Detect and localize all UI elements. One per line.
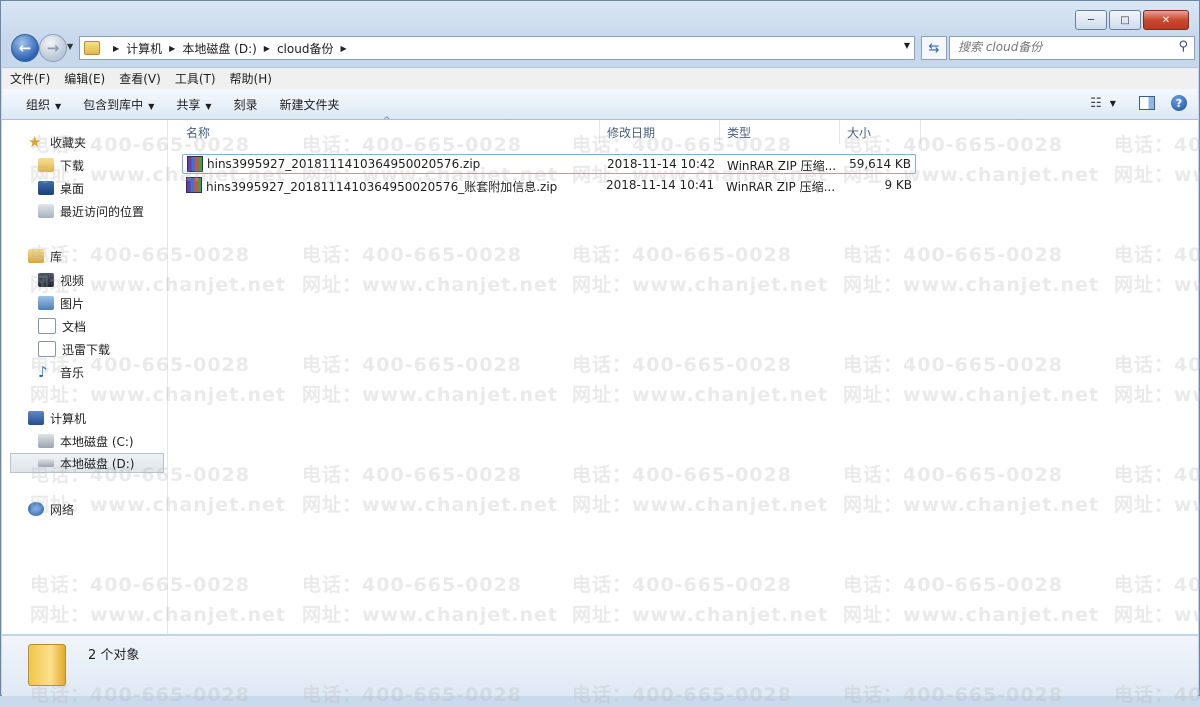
music-icon: ♪: [38, 363, 48, 381]
details-pane: 2 个对象: [2, 635, 1198, 696]
address-dropdown-icon[interactable]: ▼: [904, 41, 910, 50]
desktop-icon: [38, 181, 54, 195]
file-name: hins3995927_2018111410364950020576.zip: [207, 157, 481, 171]
maximize-button[interactable]: □: [1109, 10, 1141, 30]
menu-file[interactable]: 文件(F): [10, 70, 50, 87]
nav-network[interactable]: 网络: [28, 499, 74, 519]
burn-button[interactable]: 刻录: [234, 96, 258, 113]
winrar-archive-icon: [187, 156, 203, 172]
nav-libraries[interactable]: 库: [28, 246, 62, 266]
command-bar: 组织 ▼ 包含到库中 ▼ 共享 ▼ 刻录 新建文件夹 ☷ ▼ ?: [2, 89, 1198, 120]
chevron-right-icon[interactable]: ▶: [264, 44, 270, 53]
share-button[interactable]: 共享 ▼: [176, 96, 211, 113]
nav-recent[interactable]: 最近访问的位置: [38, 201, 144, 221]
organize-button[interactable]: 组织 ▼: [26, 96, 61, 113]
folder-icon: [84, 41, 100, 55]
winrar-archive-icon: [186, 177, 202, 193]
nav-computer[interactable]: 计算机: [28, 408, 86, 428]
column-header-size[interactable]: 大小: [841, 120, 921, 144]
file-row[interactable]: hins3995927_2018111410364950020576.zip 2…: [182, 154, 916, 174]
menu-view[interactable]: 查看(V): [119, 70, 161, 87]
chevron-right-icon[interactable]: ▶: [169, 44, 175, 53]
file-name: hins3995927_2018111410364950020576_账套附加信…: [206, 180, 558, 194]
system-drive-icon: [38, 434, 54, 448]
nav-drive-c[interactable]: 本地磁盘 (C:): [38, 431, 134, 451]
file-type: WinRAR ZIP 压缩...: [726, 180, 836, 194]
file-list: ^ 名称 修改日期 类型 大小 hins3995927_201811141036…: [168, 116, 1198, 634]
menu-edit[interactable]: 编辑(E): [64, 70, 105, 87]
arrow-left-icon: ←: [18, 39, 32, 57]
file-size: 59,614 KB: [849, 157, 911, 171]
help-icon: ?: [1171, 95, 1187, 111]
search-box[interactable]: ⚲: [949, 36, 1195, 60]
recent-pages-dropdown[interactable]: ▼: [67, 42, 73, 51]
nav-drive-d[interactable]: 本地磁盘 (D:): [10, 453, 164, 473]
address-bar[interactable]: ▶ 计算机 ▶ 本地磁盘 (D:) ▶ cloud备份 ▶ ▼: [79, 36, 915, 60]
documents-icon: [38, 318, 56, 334]
file-modified: 2018-11-14 10:42: [607, 157, 716, 171]
nav-music[interactable]: ♪ 音乐: [38, 362, 84, 382]
folder-icon: [28, 644, 66, 686]
video-icon: [38, 273, 54, 287]
file-size: 9 KB: [884, 178, 912, 192]
navigation-bar: ← → ▼ ▶ 计算机 ▶ 本地磁盘 (D:) ▶ cloud备份 ▶ ▼ ⇆ …: [9, 33, 1195, 62]
dropdown-arrow-icon: ▼: [1109, 98, 1116, 108]
item-count: 2 个对象: [88, 648, 140, 663]
new-folder-button[interactable]: 新建文件夹: [280, 96, 340, 113]
file-row[interactable]: hins3995927_2018111410364950020576_账套附加信…: [182, 176, 916, 196]
explorer-window: ─ □ ✕ ← → ▼ ▶ 计算机 ▶ 本地磁盘 (D:) ▶ cloud备份 …: [0, 0, 1200, 696]
column-header-type[interactable]: 类型: [721, 120, 840, 144]
search-icon[interactable]: ⚲: [1178, 39, 1188, 54]
dropdown-arrow-icon: ▼: [205, 101, 212, 111]
menu-help[interactable]: 帮助(H): [230, 70, 272, 87]
forward-button[interactable]: →: [39, 34, 67, 62]
nav-favorites[interactable]: ★ 收藏夹: [28, 132, 86, 152]
close-button[interactable]: ✕: [1143, 10, 1189, 30]
network-icon: [28, 502, 44, 516]
column-header-modified[interactable]: 修改日期: [601, 120, 720, 144]
breadcrumb-cloud-backup[interactable]: cloud备份: [277, 40, 334, 57]
nav-thunder-downloads[interactable]: 迅雷下载: [38, 339, 110, 359]
nav-pictures[interactable]: 图片: [38, 293, 84, 313]
menu-tools[interactable]: 工具(T): [175, 70, 216, 87]
minimize-button[interactable]: ─: [1075, 10, 1107, 30]
pictures-icon: [38, 296, 54, 310]
drive-icon: [38, 459, 54, 467]
chevron-right-icon[interactable]: ▶: [113, 44, 119, 53]
recent-places-icon: [38, 204, 54, 218]
computer-icon: [28, 411, 44, 425]
arrow-right-icon: →: [46, 39, 60, 57]
include-library-button[interactable]: 包含到库中 ▼: [83, 96, 154, 113]
breadcrumb-computer[interactable]: 计算机: [126, 40, 162, 57]
nav-videos[interactable]: 视频: [38, 270, 84, 290]
dropdown-arrow-icon: ▼: [148, 101, 155, 111]
column-header-name[interactable]: 名称: [180, 120, 600, 144]
search-input[interactable]: [950, 37, 1158, 57]
back-button[interactable]: ←: [11, 34, 39, 62]
help-button[interactable]: ?: [1168, 93, 1190, 113]
preview-pane-button[interactable]: [1136, 93, 1158, 113]
window-controls: ─ □ ✕: [1073, 10, 1189, 30]
downloads-folder-icon: [38, 158, 54, 172]
file-type: WinRAR ZIP 压缩...: [727, 159, 837, 173]
download-folder-icon: [38, 341, 56, 357]
nav-documents[interactable]: 文档: [38, 316, 86, 336]
navigation-pane: ★ 收藏夹 下载 桌面 最近访问的位置 库 视频 图片 文档 迅雷下载 ♪ 音乐 计…: [2, 120, 168, 634]
library-icon: [28, 249, 44, 263]
nav-downloads[interactable]: 下载: [38, 155, 84, 175]
refresh-button[interactable]: ⇆: [921, 36, 947, 60]
nav-desktop[interactable]: 桌面: [38, 178, 84, 198]
star-icon: ★: [28, 133, 42, 151]
preview-pane-icon: [1139, 96, 1155, 110]
view-list-icon: ☷: [1090, 95, 1102, 111]
chevron-right-icon[interactable]: ▶: [340, 44, 346, 53]
dropdown-arrow-icon: ▼: [55, 101, 62, 111]
refresh-icon: ⇆: [928, 40, 940, 56]
breadcrumb-drive-d[interactable]: 本地磁盘 (D:): [182, 40, 256, 57]
view-options-button[interactable]: ☷ ▼: [1090, 93, 1116, 113]
file-modified: 2018-11-14 10:41: [606, 178, 715, 192]
menu-bar: 文件(F) 编辑(E) 查看(V) 工具(T) 帮助(H): [2, 67, 1198, 89]
